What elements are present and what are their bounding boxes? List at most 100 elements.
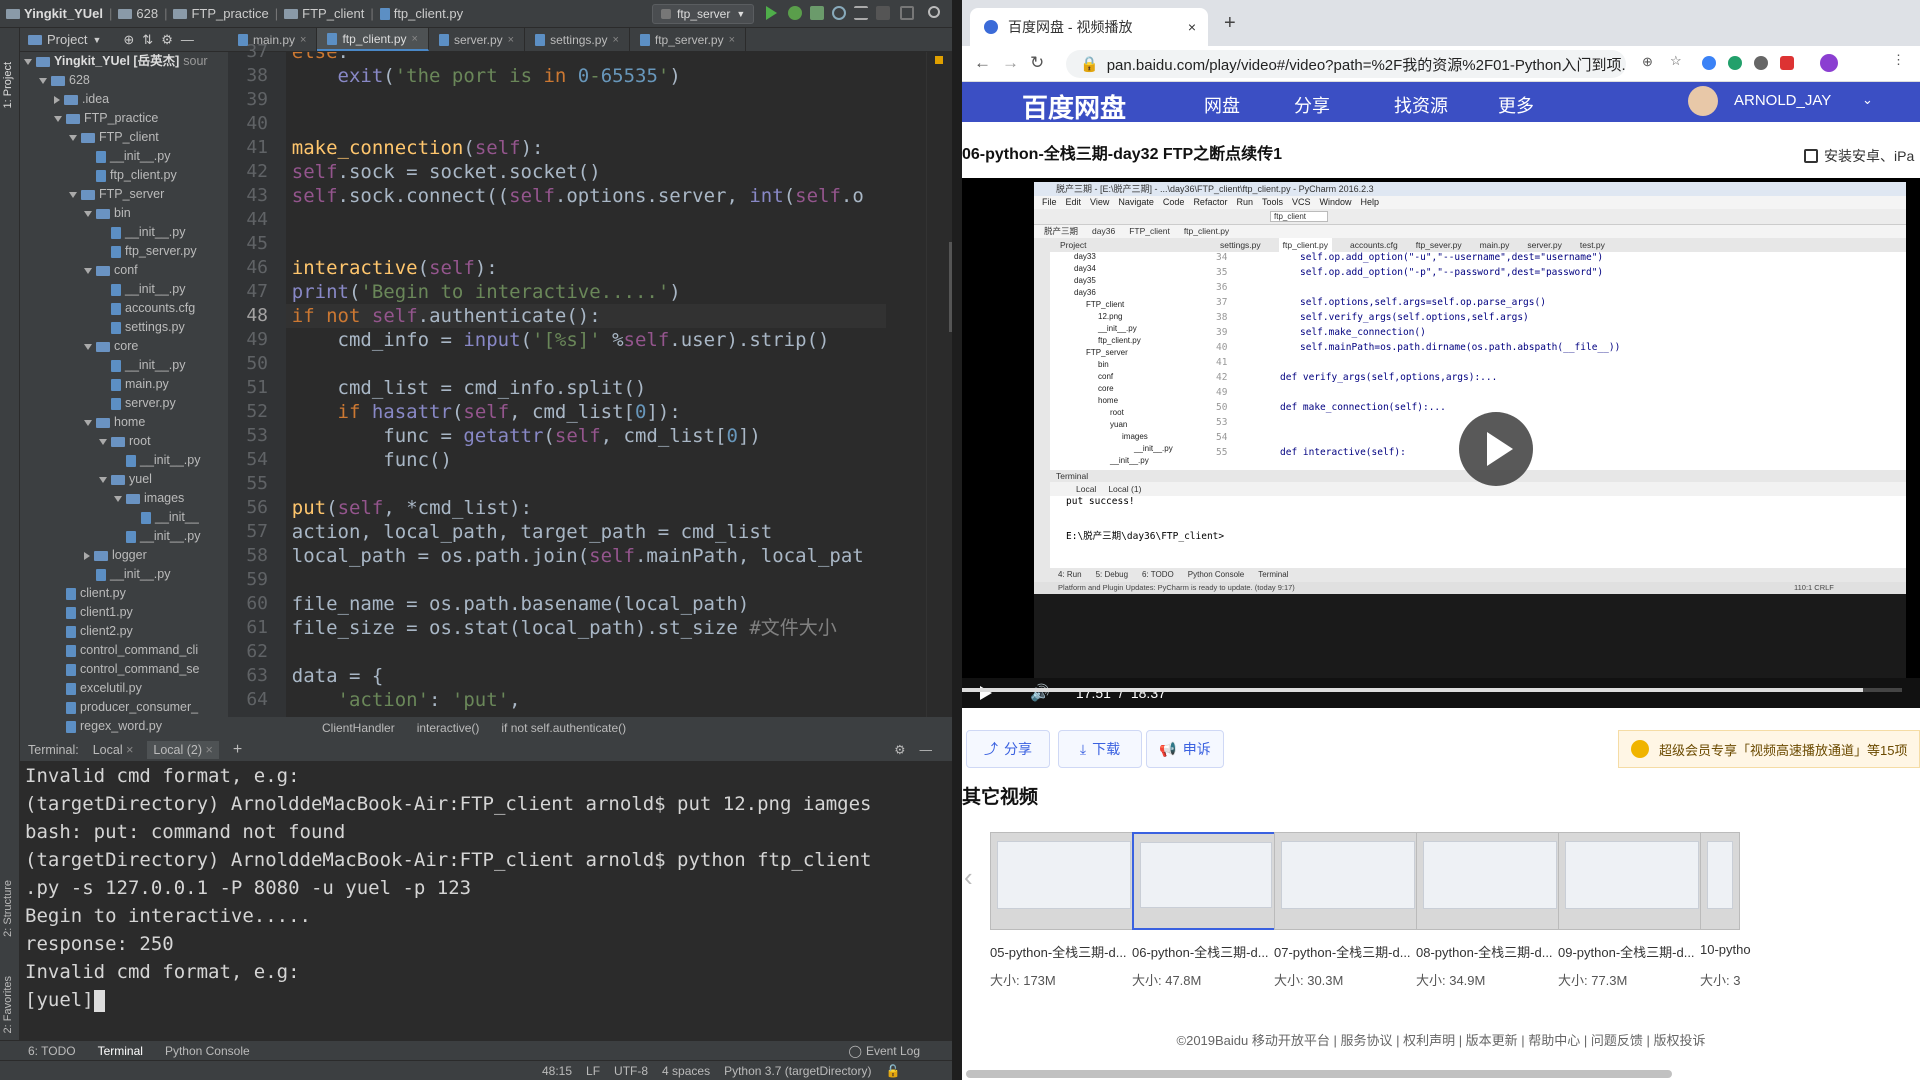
tree-item[interactable]: client2.py — [54, 622, 133, 641]
tab-settings[interactable]: settings.py × — [525, 28, 630, 51]
breadcrumb-file[interactable]: ftp_client.py — [379, 6, 463, 21]
tree-item[interactable]: regex_word.py — [54, 717, 162, 736]
tree-item[interactable]: ftp_client.py — [84, 166, 177, 185]
cursor-position[interactable]: 48:15 — [542, 1064, 572, 1078]
url-field[interactable]: 🔒 pan.baidu.com/play/video#/video?path=%2… — [1066, 50, 1626, 78]
share-button[interactable]: ⤴ 分享 — [966, 730, 1050, 768]
close-icon[interactable]: × — [206, 743, 213, 757]
collapse-icon[interactable]: ⇅ — [142, 32, 153, 48]
appeal-button[interactable]: 📢 申诉 — [1146, 730, 1224, 768]
locate-icon[interactable]: ⊕ — [123, 32, 134, 48]
run-config-select[interactable]: ftp_server ▼ — [652, 4, 754, 24]
tree-item[interactable]: __init__ — [129, 508, 199, 527]
todo-tab[interactable]: 6: TODO — [28, 1044, 76, 1058]
extension-icon[interactable] — [1702, 56, 1716, 70]
baidu-logo[interactable]: 百度网盘 — [1022, 88, 1126, 125]
tree-item[interactable]: settings.py — [99, 318, 185, 337]
download-button[interactable]: ⤓ 下载 — [1058, 730, 1142, 768]
install-option[interactable]: 安装安卓、iPa — [1804, 146, 1914, 166]
close-tab-icon[interactable]: × — [1188, 19, 1196, 35]
terminal-tab-local[interactable]: Local × — [93, 743, 134, 757]
close-icon[interactable]: × — [412, 33, 418, 45]
chevron-down-icon[interactable] — [99, 438, 107, 445]
vip-banner[interactable]: 超级会员专享「视频高速播放通道」等15项 — [1618, 730, 1920, 768]
forward-icon[interactable]: → — [1002, 53, 1019, 73]
tree-item[interactable]: __init__.py — [84, 565, 170, 584]
chevron-down-icon[interactable] — [84, 419, 92, 426]
tree-item[interactable]: ftp_server.py — [99, 242, 197, 261]
video-title[interactable]: 10-pytho — [1700, 942, 1751, 957]
terminal-tab-local2[interactable]: Local (2) × — [147, 740, 219, 759]
tab-main[interactable]: main.py × — [228, 28, 318, 51]
chevron-down-icon[interactable] — [69, 191, 77, 198]
chevron-down-icon[interactable] — [99, 476, 107, 483]
back-icon[interactable]: ← — [974, 53, 991, 73]
gear-icon[interactable]: ⚙ — [161, 32, 173, 48]
video-thumbnail[interactable] — [1416, 832, 1564, 930]
tree-item[interactable]: control_command_cli — [54, 641, 198, 660]
event-log-button[interactable]: ◯ Event Log — [849, 1044, 920, 1058]
concurrency-icon[interactable] — [854, 6, 868, 20]
video-thumbnail[interactable] — [1132, 832, 1280, 930]
nav-item-wangpan[interactable]: 网盘 — [1204, 92, 1240, 125]
close-icon[interactable]: × — [126, 743, 133, 757]
layout-icon[interactable] — [900, 6, 914, 20]
tree-item[interactable]: 628 — [39, 71, 90, 90]
breadcrumb-628[interactable]: 628 — [118, 6, 158, 21]
breadcrumb-class[interactable]: ClientHandler — [322, 721, 395, 735]
bookmark-star-icon[interactable]: ☆ — [1670, 53, 1682, 69]
video-thumbnail[interactable] — [1700, 832, 1740, 930]
tree-item[interactable]: Yingkit_YUel [岳英杰] sour — [24, 52, 208, 71]
profile-icon[interactable] — [832, 6, 846, 20]
tree-item[interactable]: __init__.py — [99, 356, 185, 375]
warning-marker[interactable] — [935, 56, 943, 64]
browser-tab[interactable]: 百度网盘 - 视频播放 × — [970, 8, 1208, 46]
chevron-down-icon[interactable] — [24, 58, 32, 65]
tree-item[interactable]: client1.py — [54, 603, 133, 622]
lock-icon[interactable]: 🔓 — [885, 1064, 900, 1078]
favorites-tool-tab[interactable]: 2: Favorites — [2, 976, 14, 1033]
tree-item[interactable]: home — [84, 413, 145, 432]
tree-item[interactable]: root — [99, 432, 151, 451]
extension-icon[interactable] — [1754, 56, 1768, 70]
progress-track[interactable] — [962, 688, 1902, 692]
project-tool-tab[interactable]: 1: Project — [2, 62, 14, 108]
chevron-down-icon[interactable] — [39, 77, 47, 84]
video-title[interactable]: 07-python-全栈三期-d... — [1274, 942, 1411, 961]
nav-item-find[interactable]: 找资源 — [1394, 92, 1448, 118]
close-icon[interactable]: × — [300, 34, 306, 46]
video-title[interactable]: 05-python-全栈三期-d... — [990, 942, 1127, 961]
video-thumbnail[interactable] — [1558, 832, 1706, 930]
chevron-left-icon[interactable]: ‹ — [964, 862, 973, 893]
reload-icon[interactable]: ↻ — [1030, 53, 1044, 73]
chevron-down-icon[interactable] — [84, 343, 92, 350]
tree-item[interactable]: FTP_client — [69, 128, 159, 147]
tree-item[interactable]: excelutil.py — [54, 679, 142, 698]
breadcrumb-ftp-client[interactable]: FTP_client — [284, 6, 364, 21]
menu-icon[interactable]: ⋮ — [1892, 52, 1905, 68]
indent-setting[interactable]: 4 spaces — [662, 1064, 710, 1078]
breadcrumb-root[interactable]: Yingkit_YUel — [6, 6, 103, 21]
coverage-icon[interactable] — [810, 6, 824, 20]
close-icon[interactable]: × — [729, 34, 735, 46]
minimize-icon[interactable]: — — [181, 32, 194, 47]
tree-item[interactable]: __init__.py — [114, 451, 200, 470]
tree-item[interactable]: .idea — [54, 90, 109, 109]
avatar[interactable] — [1688, 86, 1718, 116]
gear-icon[interactable]: ⚙ — [894, 742, 905, 757]
nav-item-more[interactable]: 更多 — [1498, 92, 1534, 118]
tree-item[interactable]: FTP_server — [69, 185, 164, 204]
zoom-icon[interactable]: ⊕ — [1642, 54, 1653, 70]
project-view-select[interactable]: Project ▼ — [28, 32, 101, 47]
terminal-tab[interactable]: Terminal — [98, 1044, 143, 1058]
run-icon[interactable] — [766, 6, 777, 20]
tree-item[interactable]: __init__.py — [84, 147, 170, 166]
tree-item[interactable]: logger — [84, 546, 147, 565]
chevron-down-icon[interactable] — [84, 210, 92, 217]
tree-item[interactable]: server.py — [99, 394, 176, 413]
tab-server[interactable]: server.py × — [429, 28, 526, 51]
terminal-output[interactable]: Invalid cmd format, e.g: (targetDirectory… — [20, 762, 932, 1042]
chevron-down-icon[interactable] — [84, 267, 92, 274]
tree-item[interactable]: accounts.cfg — [99, 299, 195, 318]
video-thumbnail[interactable] — [990, 832, 1138, 930]
